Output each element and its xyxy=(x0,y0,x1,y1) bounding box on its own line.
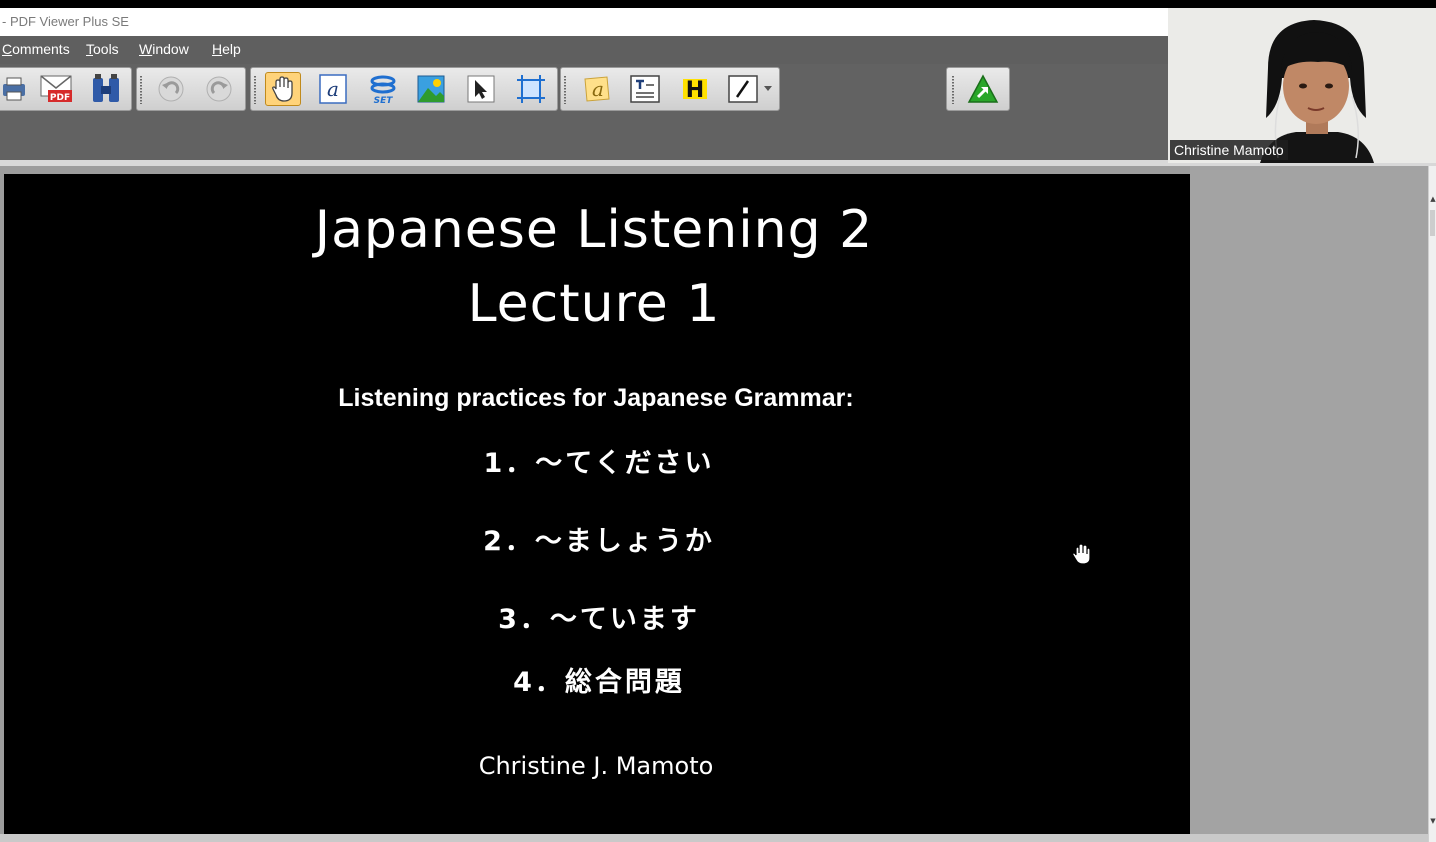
toolbar-area: PDF a SET a H xyxy=(0,64,1168,160)
print-icon xyxy=(3,77,25,101)
highlight-button[interactable]: H xyxy=(677,72,713,106)
bottom-status-strip xyxy=(0,834,1428,842)
redo-icon xyxy=(206,76,232,102)
grammar-item: 3．～ています xyxy=(498,604,700,635)
hand-tool-button[interactable] xyxy=(265,72,301,106)
highlight-label: H xyxy=(686,78,704,103)
menu-window-label: indow xyxy=(152,41,189,57)
menu-tools-label: ools xyxy=(93,41,119,57)
grammar-item: 1．～てください xyxy=(483,448,715,479)
chevron-down-icon xyxy=(764,86,772,91)
participant-video-tile[interactable]: Christine Mamoto xyxy=(1168,8,1436,163)
grammar-item: 2．～ましょうか xyxy=(483,526,715,557)
typewriter-text-icon: a xyxy=(319,74,347,104)
pencil-draw-icon xyxy=(728,75,758,103)
slide-subtitle: Listening practices for Japanese Grammar… xyxy=(338,384,854,412)
svg-text:a: a xyxy=(327,77,339,101)
hand-tool-icon xyxy=(272,76,293,102)
scrollbar-thumb[interactable] xyxy=(1430,210,1435,236)
menu-bar: Comments Tools Window Help xyxy=(0,36,1168,64)
menu-window-mnemonic: W xyxy=(139,41,153,57)
email-pdf-icon: PDF xyxy=(40,75,72,103)
note-comment-icon: a xyxy=(584,76,610,102)
toolbar-group-history xyxy=(136,67,246,111)
crop-tool-button[interactable] xyxy=(513,72,549,106)
menu-comments[interactable]: Comments xyxy=(2,41,70,57)
slide-title-line1: Japanese Listening 2 xyxy=(314,200,874,260)
svg-text:a: a xyxy=(592,77,604,101)
email-pdf-button[interactable]: PDF xyxy=(39,72,75,106)
pencil-dropdown-button[interactable] xyxy=(761,72,775,106)
note-button[interactable]: a xyxy=(579,72,615,106)
toolbar-grip[interactable] xyxy=(952,76,954,104)
window-titlebar: - PDF Viewer Plus SE xyxy=(0,8,1168,36)
pdf-label: PDF xyxy=(50,93,70,103)
grammar-item: 4．総合問題 xyxy=(513,667,685,698)
select-tool-button[interactable] xyxy=(463,72,499,106)
toolbar-grip[interactable] xyxy=(140,76,142,104)
textbox-button[interactable] xyxy=(627,72,663,106)
toolbar-grip[interactable] xyxy=(254,76,256,104)
typewriter-button[interactable]: a xyxy=(315,72,351,106)
set-tool-icon: SET xyxy=(370,75,396,104)
print-button[interactable] xyxy=(0,72,33,106)
set-label: SET xyxy=(374,96,394,104)
toolbar-group-comments: a H xyxy=(560,67,780,111)
textbox-icon xyxy=(630,75,660,103)
hand-cursor-icon xyxy=(1072,543,1091,565)
menu-comments-mnemonic: C xyxy=(2,41,13,57)
undo-icon xyxy=(158,76,184,102)
image-tool-button[interactable] xyxy=(413,72,449,106)
document-margin-right xyxy=(1190,166,1428,842)
participant-name-tag: Christine Mamoto xyxy=(1170,140,1288,160)
window-title: - PDF Viewer Plus SE xyxy=(2,14,129,29)
scroll-up-icon[interactable]: ▲ xyxy=(1429,194,1436,204)
upgrade-button[interactable] xyxy=(965,72,1001,106)
vertical-scrollbar[interactable]: ▲ ▼ xyxy=(1428,166,1436,842)
set-tool-button[interactable]: SET xyxy=(365,72,401,106)
pdf-page-slide[interactable]: Japanese Listening 2 Lecture 1 Listening… xyxy=(4,174,1190,834)
menu-comments-label: omments xyxy=(12,41,70,57)
highlight-icon: H xyxy=(683,78,707,103)
screen: - PDF Viewer Plus SE Comments Tools Wind… xyxy=(0,0,1436,842)
toolbar-group-file: PDF xyxy=(0,67,132,111)
menu-help-mnemonic: H xyxy=(212,41,223,57)
menu-help[interactable]: Help xyxy=(212,41,241,57)
redo-button[interactable] xyxy=(201,72,237,106)
pencil-draw-button[interactable] xyxy=(725,72,761,106)
slide-title-line2: Lecture 1 xyxy=(467,274,721,334)
toolbar-grip[interactable] xyxy=(564,76,566,104)
menu-tools[interactable]: Tools xyxy=(86,41,119,57)
undo-button[interactable] xyxy=(153,72,189,106)
find-button[interactable] xyxy=(89,72,125,106)
find-binoculars-icon xyxy=(93,74,119,102)
toolbar-group-tools: a SET xyxy=(250,67,558,111)
scroll-down-icon[interactable]: ▼ xyxy=(1429,816,1436,826)
crop-tool-icon xyxy=(517,75,545,103)
slide-author: Christine J. Mamoto xyxy=(478,752,714,780)
upgrade-arrow-icon xyxy=(967,74,999,103)
menu-help-label: elp xyxy=(222,41,241,57)
menu-window[interactable]: Window xyxy=(139,41,189,57)
toolbar-group-upgrade xyxy=(946,67,1010,111)
menu-tools-mnemonic: T xyxy=(86,41,93,57)
image-tool-icon xyxy=(417,75,445,103)
top-strip xyxy=(0,0,1436,8)
select-arrow-icon xyxy=(467,75,495,103)
